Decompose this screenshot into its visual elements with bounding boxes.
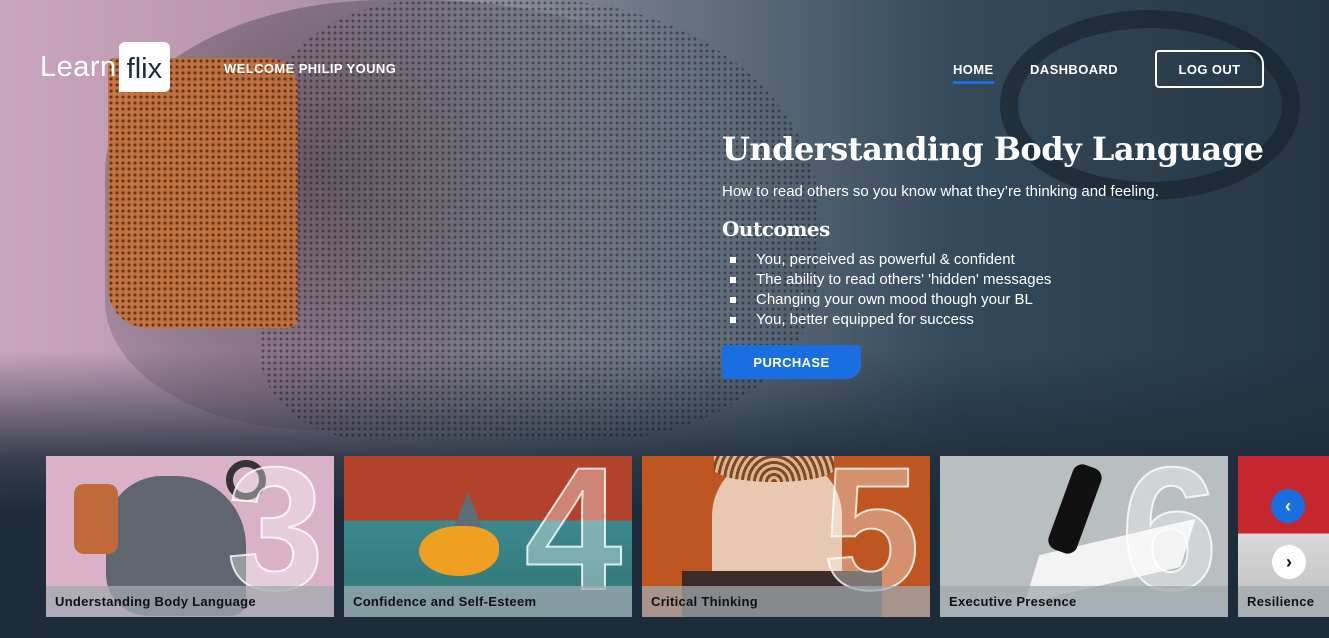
nav-home[interactable]: HOME [953, 62, 994, 84]
nav-dashboard[interactable]: DASHBOARD [1030, 62, 1118, 77]
outcomes-heading: Outcomes [722, 217, 830, 241]
logo[interactable]: Learn flix [40, 42, 171, 92]
outcome-item: The ability to read others' 'hidden' mes… [730, 270, 1051, 290]
course-card-critical-thinking[interactable]: 5 Critical Thinking [642, 456, 930, 617]
logo-flix: flix [118, 42, 171, 92]
outcome-item: Changing your own mood though your BL [730, 290, 1051, 310]
course-carousel: 3 Understanding Body Language 4 Confiden… [46, 456, 1329, 617]
chevron-left-icon: ‹ [1285, 495, 1291, 516]
outcome-item: You, perceived as powerful & confident [730, 250, 1051, 270]
card-label: Resilience [1238, 586, 1329, 617]
outcome-item: You, better equipped for success [730, 310, 1051, 330]
hero-windup-key [1000, 10, 1300, 200]
course-title: Understanding Body Language [722, 130, 1264, 168]
card-label: Confidence and Self-Esteem [344, 586, 632, 617]
card-label: Critical Thinking [642, 586, 930, 617]
card-image-hat [74, 484, 118, 554]
purchase-button[interactable]: PURCHASE [722, 345, 861, 379]
card-image-goldfish [419, 526, 499, 576]
course-card-executive-presence[interactable]: 6 Executive Presence [940, 456, 1228, 617]
logo-learn: Learn [40, 50, 117, 83]
course-card-confidence[interactable]: 4 Confidence and Self-Esteem [344, 456, 632, 617]
course-subtitle: How to read others so you know what they… [722, 183, 1159, 200]
carousel-prev-button[interactable]: ‹ [1271, 489, 1305, 523]
card-image-shark-fin [454, 492, 482, 528]
chevron-right-icon: › [1286, 551, 1292, 572]
card-image-maze [714, 456, 834, 482]
hero-hat-halftone [108, 58, 298, 328]
card-label: Understanding Body Language [46, 586, 334, 617]
welcome-text: WELCOME PHILIP YOUNG [224, 61, 397, 76]
card-label: Executive Presence [940, 586, 1228, 617]
carousel-next-button[interactable]: › [1272, 545, 1306, 579]
outcomes-list: You, perceived as powerful & confident T… [730, 250, 1051, 330]
logout-button[interactable]: LOG OUT [1155, 50, 1264, 88]
course-card-resilience[interactable]: Resilience [1238, 456, 1329, 617]
course-card-body-language[interactable]: 3 Understanding Body Language [46, 456, 334, 617]
